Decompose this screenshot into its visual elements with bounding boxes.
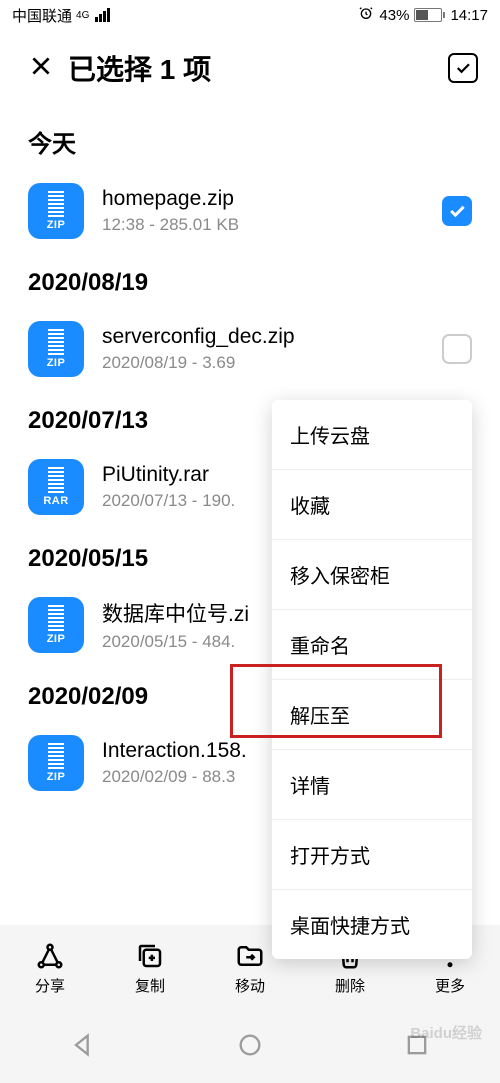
close-icon[interactable]: [28, 52, 68, 84]
section-header: 今天: [0, 106, 500, 171]
selection-header: 已选择 1 项: [0, 30, 500, 106]
time-label: 14:17: [450, 7, 488, 24]
menu-rename[interactable]: 重命名: [272, 610, 472, 680]
menu-upload-cloud[interactable]: 上传云盘: [272, 400, 472, 470]
menu-desktop-shortcut[interactable]: 桌面快捷方式: [272, 890, 472, 959]
file-meta: 2020/08/19 - 3.69: [102, 353, 424, 373]
rar-file-icon: RAR: [28, 459, 84, 515]
triangle-back-icon: [69, 1031, 97, 1059]
move-icon: [235, 941, 265, 971]
zip-file-icon: ZIP: [28, 321, 84, 377]
network-label: 4G: [76, 10, 89, 21]
circle-home-icon: [236, 1031, 264, 1059]
zip-file-icon: ZIP: [28, 183, 84, 239]
share-button[interactable]: 分享: [35, 941, 65, 996]
menu-details[interactable]: 详情: [272, 750, 472, 820]
section-header: 2020/08/19: [0, 251, 500, 309]
battery-icon: [414, 8, 445, 22]
alarm-icon: [358, 5, 374, 25]
copy-button[interactable]: 复制: [135, 941, 165, 996]
file-meta: 12:38 - 285.01 KB: [102, 215, 424, 235]
signal-icon: [95, 8, 110, 22]
file-row[interactable]: ZIP serverconfig_dec.zip 2020/08/19 - 3.…: [0, 309, 500, 389]
nav-back-button[interactable]: [69, 1031, 97, 1064]
zip-file-icon: ZIP: [28, 597, 84, 653]
move-button[interactable]: 移动: [235, 941, 265, 996]
battery-pct: 43%: [379, 7, 409, 24]
share-icon: [35, 941, 65, 971]
context-menu: 上传云盘 收藏 移入保密柜 重命名 解压至 详情 打开方式 桌面快捷方式: [272, 400, 472, 959]
file-checkbox[interactable]: [442, 334, 472, 364]
file-name: homepage.zip: [102, 187, 424, 211]
nav-home-button[interactable]: [236, 1031, 264, 1064]
file-checkbox[interactable]: [442, 196, 472, 226]
carrier-label: 中国联通: [12, 5, 72, 26]
file-row[interactable]: ZIP homepage.zip 12:38 - 285.01 KB: [0, 171, 500, 251]
zip-file-icon: ZIP: [28, 735, 84, 791]
copy-icon: [135, 941, 165, 971]
header-title: 已选择 1 项: [68, 48, 448, 88]
watermark: Baidu经验: [410, 1022, 482, 1043]
menu-move-to-safe[interactable]: 移入保密柜: [272, 540, 472, 610]
menu-open-with[interactable]: 打开方式: [272, 820, 472, 890]
select-all-button[interactable]: [448, 53, 478, 83]
menu-favorite[interactable]: 收藏: [272, 470, 472, 540]
menu-extract-to[interactable]: 解压至: [272, 680, 472, 750]
file-name: serverconfig_dec.zip: [102, 325, 424, 349]
status-bar: 中国联通 4G 43% 14:17: [0, 0, 500, 30]
